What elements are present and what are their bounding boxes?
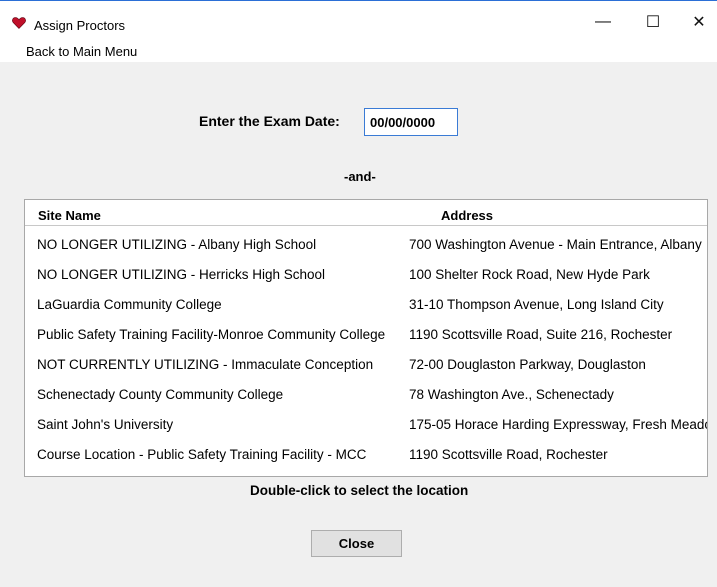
maximize-button[interactable]: ☐ <box>630 7 676 37</box>
address-cell: 31-10 Thompson Avenue, Long Island City <box>409 297 664 312</box>
address-cell: 78 Washington Ave., Schenectady <box>409 387 614 402</box>
minimize-button[interactable]: — <box>580 7 626 37</box>
list-item[interactable]: NO LONGER UTILIZING - Albany High School… <box>25 230 707 260</box>
address-cell: 72-00 Douglaston Parkway, Douglaston <box>409 357 646 372</box>
site-rows: NO LONGER UTILIZING - Albany High School… <box>25 230 708 470</box>
site-list[interactable]: Site Name Address NO LONGER UTILIZING - … <box>24 199 708 477</box>
column-header-address[interactable]: Address <box>441 208 493 223</box>
heart-icon <box>12 17 26 29</box>
exam-date-label: Enter the Exam Date: <box>199 113 340 129</box>
list-item[interactable]: LaGuardia Community College 31-10 Thomps… <box>25 290 707 320</box>
address-cell: 100 Shelter Rock Road, New Hyde Park <box>409 267 650 282</box>
menu-back-to-main[interactable]: Back to Main Menu <box>26 44 137 59</box>
select-location-hint: Double-click to select the location <box>250 483 469 498</box>
list-item[interactable]: Course Location - Public Safety Training… <box>25 440 707 470</box>
and-label: -and- <box>344 169 376 184</box>
header-divider <box>25 225 707 226</box>
list-item[interactable]: NOT CURRENTLY UTILIZING - Immaculate Con… <box>25 350 707 380</box>
site-name-cell: NO LONGER UTILIZING - Albany High School <box>37 237 317 252</box>
address-cell: 700 Washington Avenue - Main Entrance, A… <box>409 237 702 252</box>
list-item[interactable]: NO LONGER UTILIZING - Herricks High Scho… <box>25 260 707 290</box>
site-name-cell: Public Safety Training Facility-Monroe C… <box>37 327 386 342</box>
site-name-cell: LaGuardia Community College <box>37 297 222 312</box>
site-name-cell: Course Location - Public Safety Training… <box>37 447 367 462</box>
close-window-button[interactable]: ✕ <box>676 7 717 37</box>
exam-date-input[interactable] <box>364 108 458 136</box>
window-title: Assign Proctors <box>34 18 126 33</box>
site-name-cell: NOT CURRENTLY UTILIZING - Immaculate Con… <box>37 357 374 372</box>
list-item[interactable]: Saint John's University 175-05 Horace Ha… <box>25 410 708 440</box>
list-item[interactable]: Schenectady County Community College 78 … <box>25 380 707 410</box>
column-header-site-name[interactable]: Site Name <box>38 208 101 223</box>
list-item[interactable]: Public Safety Training Facility-Monroe C… <box>25 320 707 350</box>
title-bar[interactable]: Assign Proctors — ☐ ✕ <box>0 0 717 40</box>
site-name-cell: NO LONGER UTILIZING - Herricks High Scho… <box>37 267 326 282</box>
address-cell: 1190 Scottsville Road, Suite 216, Roches… <box>409 327 673 342</box>
address-cell: 175-05 Horace Harding Expressway, Fresh … <box>409 417 708 432</box>
site-name-cell: Schenectady County Community College <box>37 387 284 402</box>
list-header: Site Name Address <box>25 200 707 226</box>
close-button[interactable]: Close <box>311 530 402 557</box>
address-cell: 1190 Scottsville Road, Rochester <box>409 447 608 462</box>
site-name-cell: Saint John's University <box>37 417 174 432</box>
menu-bar: Back to Main Menu <box>0 40 717 62</box>
